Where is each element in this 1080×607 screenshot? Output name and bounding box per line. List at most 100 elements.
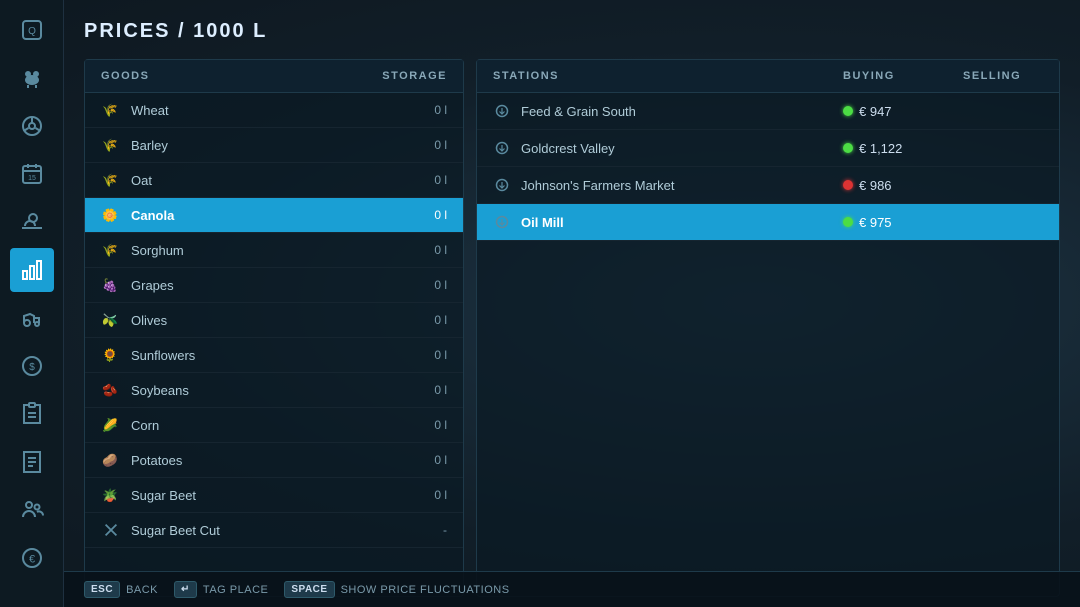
space-fluctuations-button[interactable]: SPACE SHOW PRICE FLUCTUATIONS	[284, 581, 509, 598]
app-container: Q	[0, 0, 1080, 607]
goods-storage-4: 0 l	[417, 243, 447, 257]
goods-icon-0: 🌾	[101, 100, 121, 120]
svg-text:🌾: 🌾	[102, 103, 118, 118]
goods-icon-2: 🌾	[101, 170, 121, 190]
svg-text:🌼: 🌼	[102, 208, 118, 223]
goods-row[interactable]: 🌼 Canola 0 l	[85, 198, 463, 233]
goods-row[interactable]: 🌾 Wheat 0 l	[85, 93, 463, 128]
sidebar-item-weather[interactable]	[10, 200, 54, 244]
svg-text:🌻: 🌻	[102, 348, 118, 363]
svg-text:$: $	[29, 362, 35, 373]
space-key: SPACE	[284, 581, 334, 598]
goods-row[interactable]: 🪴 Sugar Beet 0 l	[85, 478, 463, 513]
goods-row[interactable]: 🌾 Sorghum 0 l	[85, 233, 463, 268]
station-icon-3	[493, 213, 511, 231]
goods-name-7: Sunflowers	[131, 348, 417, 363]
station-buying-2: € 986	[843, 178, 963, 193]
goods-storage-0: 0 l	[417, 103, 447, 117]
col-storage-header: STORAGE	[382, 70, 447, 82]
goods-row[interactable]: 🥔 Potatoes 0 l	[85, 443, 463, 478]
stations-list: Feed & Grain South € 947 Goldcrest Valle…	[477, 93, 1059, 596]
goods-row[interactable]: 🌾 Barley 0 l	[85, 128, 463, 163]
goods-row[interactable]: 🌽 Corn 0 l	[85, 408, 463, 443]
tag-key: ↵	[174, 581, 197, 598]
svg-text:🫘: 🫘	[102, 383, 118, 398]
sidebar-item-finances[interactable]: $	[10, 344, 54, 388]
sidebar-item-q[interactable]: Q	[10, 8, 54, 52]
goods-row[interactable]: Sugar Beet Cut -	[85, 513, 463, 548]
sidebar: Q	[0, 0, 64, 607]
sidebar-item-contracts[interactable]	[10, 392, 54, 436]
svg-text:🪴: 🪴	[102, 488, 118, 503]
goods-name-9: Corn	[131, 418, 417, 433]
goods-storage-9: 0 l	[417, 418, 447, 432]
sidebar-item-notebook[interactable]	[10, 440, 54, 484]
goods-icon-9: 🌽	[101, 415, 121, 435]
station-buying-1: € 1,122	[843, 141, 963, 156]
station-status-dot-3	[843, 217, 853, 227]
station-status-dot-0	[843, 106, 853, 116]
col-station-header: STATIONS	[493, 70, 843, 82]
station-buying-0: € 947	[843, 104, 963, 119]
svg-text:🌾: 🌾	[102, 173, 118, 188]
goods-list: 🌾 Wheat 0 l 🌾 Barley 0 l 🌾 Oat 0 l 🌼 Can…	[85, 93, 463, 596]
goods-storage-1: 0 l	[417, 138, 447, 152]
station-buying-3: € 975	[843, 215, 963, 230]
station-row[interactable]: Goldcrest Valley € 1,122	[477, 130, 1059, 167]
goods-icon-8: 🫘	[101, 380, 121, 400]
svg-text:🥔: 🥔	[102, 453, 118, 468]
sidebar-item-stats[interactable]	[10, 248, 54, 292]
goods-icon-11: 🪴	[101, 485, 121, 505]
station-status-dot-1	[843, 143, 853, 153]
station-icon-1	[493, 139, 511, 157]
goods-row[interactable]: 🌾 Oat 0 l	[85, 163, 463, 198]
goods-row[interactable]: 🌻 Sunflowers 0 l	[85, 338, 463, 373]
station-price-1: € 1,122	[859, 141, 902, 156]
goods-storage-11: 0 l	[417, 488, 447, 502]
goods-storage-2: 0 l	[417, 173, 447, 187]
goods-icon-6: 🫒	[101, 310, 121, 330]
station-icon-0	[493, 102, 511, 120]
stations-panel: STATIONS BUYING SELLING Feed & Grain Sou…	[476, 59, 1060, 597]
station-row[interactable]: Oil Mill € 975	[477, 204, 1059, 241]
station-name-3: Oil Mill	[521, 215, 843, 230]
fluctuations-label: SHOW PRICE FLUCTUATIONS	[341, 584, 510, 596]
goods-icon-5: 🍇	[101, 275, 121, 295]
station-name-1: Goldcrest Valley	[521, 141, 843, 156]
sidebar-item-euro[interactable]: €	[10, 536, 54, 580]
goods-storage-5: 0 l	[417, 278, 447, 292]
svg-text:€: €	[28, 554, 34, 566]
sidebar-item-steering[interactable]	[10, 104, 54, 148]
sidebar-item-tractor[interactable]	[10, 296, 54, 340]
goods-row[interactable]: 🫘 Soybeans 0 l	[85, 373, 463, 408]
goods-icon-12	[101, 520, 121, 540]
svg-text:🌾: 🌾	[102, 138, 118, 153]
col-goods-header: GOODS	[101, 70, 382, 82]
goods-storage-8: 0 l	[417, 383, 447, 397]
goods-icon-4: 🌾	[101, 240, 121, 260]
station-row[interactable]: Feed & Grain South € 947	[477, 93, 1059, 130]
station-price-3: € 975	[859, 215, 892, 230]
panels: GOODS STORAGE 🌾 Wheat 0 l 🌾 Barley 0 l 🌾…	[84, 59, 1060, 597]
esc-key: ESC	[84, 581, 120, 598]
tag-place-button[interactable]: ↵ TAG PLACE	[174, 581, 268, 598]
sidebar-item-calendar[interactable]: 15	[10, 152, 54, 196]
goods-row[interactable]: 🫒 Olives 0 l	[85, 303, 463, 338]
station-row[interactable]: Johnson's Farmers Market € 986	[477, 167, 1059, 204]
svg-text:🌽: 🌽	[102, 418, 118, 433]
goods-name-3: Canola	[131, 208, 417, 223]
col-selling-header: SELLING	[963, 70, 1043, 82]
goods-icon-1: 🌾	[101, 135, 121, 155]
esc-back-button[interactable]: ESC BACK	[84, 581, 158, 598]
goods-row[interactable]: 🍇 Grapes 0 l	[85, 268, 463, 303]
goods-name-11: Sugar Beet	[131, 488, 417, 503]
svg-text:🍇: 🍇	[102, 278, 118, 294]
sidebar-item-multiplayer[interactable]	[10, 488, 54, 532]
goods-name-6: Olives	[131, 313, 417, 328]
goods-storage-10: 0 l	[417, 453, 447, 467]
col-buying-header: BUYING	[843, 70, 963, 82]
goods-storage-7: 0 l	[417, 348, 447, 362]
sidebar-item-livestock[interactable]	[10, 56, 54, 100]
goods-panel-header: GOODS STORAGE	[85, 60, 463, 93]
goods-storage-6: 0 l	[417, 313, 447, 327]
